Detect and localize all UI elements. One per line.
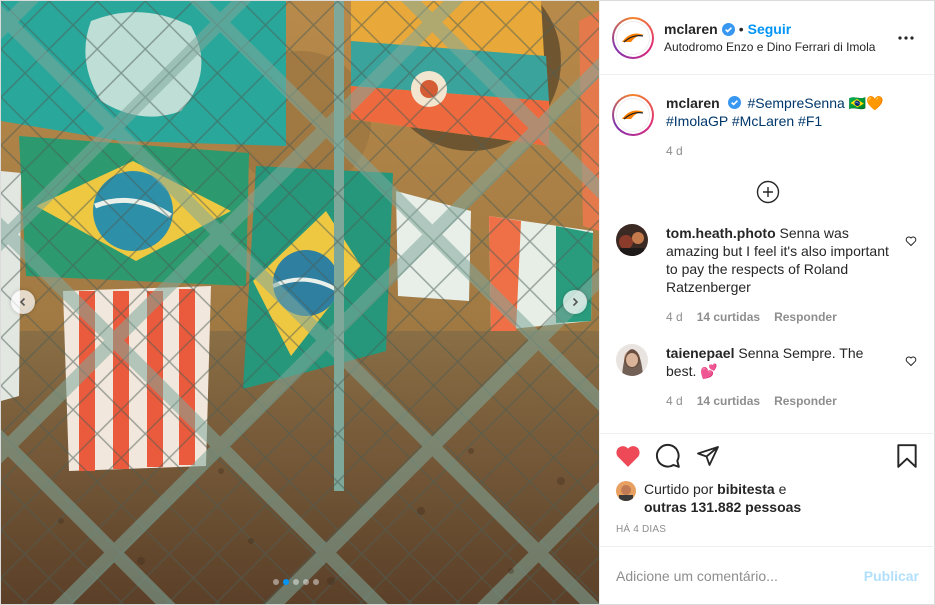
caption: mclaren #SempreSenna 🇧🇷🧡 #ImolaGP #McLar…: [600, 76, 935, 160]
carousel-dot: [273, 579, 279, 585]
comment-meta: 4 d 14 curtidas Responder: [666, 308, 896, 326]
comment-button[interactable]: [654, 442, 682, 470]
hashtag-link[interactable]: #SempreSenna: [747, 95, 844, 111]
post-timestamp[interactable]: HÁ 4 DIAS: [616, 524, 666, 535]
mclaren-logo-icon: [622, 33, 644, 42]
comment-body: tom.heath.photo Senna was amazing but I …: [666, 224, 896, 326]
chevron-left-icon: [19, 297, 26, 307]
likes-prefix: Curtido por: [644, 481, 714, 497]
like-comment-button[interactable]: [905, 354, 917, 370]
comment-likes[interactable]: 14 curtidas: [697, 392, 760, 410]
comment-username[interactable]: taienepael: [666, 345, 734, 361]
reply-button[interactable]: Responder: [774, 308, 837, 326]
flags-behind-fence-photo: [1, 1, 599, 604]
reply-button[interactable]: Responder: [774, 392, 837, 410]
more-options-button[interactable]: [894, 35, 918, 40]
hashtag-link[interactable]: #ImolaGP: [666, 113, 728, 129]
carousel-dot: [313, 579, 319, 585]
chevron-right-icon: [572, 297, 579, 307]
comment-item: tom.heath.photo Senna was amazing but I …: [600, 224, 935, 326]
caption-emoji: 🇧🇷🧡: [848, 95, 884, 111]
post-sidebar: mclaren • Seguir Autodromo Enzo e Dino F…: [599, 1, 935, 604]
share-icon: [697, 446, 719, 466]
caption-avatar[interactable]: [612, 94, 654, 136]
carousel-indicator: [273, 579, 319, 585]
like-button[interactable]: [614, 442, 642, 470]
carousel-dot: [293, 579, 299, 585]
separator-dot: •: [738, 21, 744, 37]
comment-body: taienepael Senna Sempre. The best. 💕 4 d…: [666, 344, 896, 410]
instagram-post: mclaren • Seguir Autodromo Enzo e Dino F…: [0, 0, 935, 605]
likes-summary: Curtido por bibitesta e outras 131.882 p…: [616, 480, 801, 516]
header-text: mclaren • Seguir Autodromo Enzo e Dino F…: [664, 21, 894, 54]
next-slide-button[interactable]: [563, 290, 587, 314]
follow-button[interactable]: Seguir: [748, 21, 792, 37]
heart-filled-icon: [616, 446, 640, 467]
publish-button[interactable]: Publicar: [864, 568, 919, 584]
comment-avatar[interactable]: [616, 344, 648, 376]
comment-username[interactable]: tom.heath.photo: [666, 225, 776, 241]
hashtag-link[interactable]: #F1: [798, 113, 822, 129]
post-header: mclaren • Seguir Autodromo Enzo e Dino F…: [600, 1, 934, 75]
verified-badge-icon: [721, 22, 735, 36]
likes-and: e: [778, 481, 787, 497]
comment-item: taienepael Senna Sempre. The best. 💕 4 d…: [600, 344, 935, 410]
heart-outline-icon: [905, 236, 917, 247]
share-button[interactable]: [694, 442, 722, 470]
comment-meta: 4 d 14 curtidas Responder: [666, 392, 896, 410]
caption-username[interactable]: mclaren: [666, 95, 720, 111]
comment-input[interactable]: [616, 567, 864, 584]
liker-username[interactable]: bibitesta: [717, 481, 775, 497]
hashtag-link[interactable]: #McLaren: [732, 113, 794, 129]
location-link[interactable]: Autodromo Enzo e Dino Ferrari di Imola: [664, 40, 894, 54]
liker-avatar[interactable]: [616, 481, 636, 501]
comment-icon: [656, 443, 680, 468]
plus-circle-icon: [756, 180, 779, 204]
caption-body: mclaren #SempreSenna 🇧🇷🧡 #ImolaGP #McLar…: [666, 94, 884, 160]
comment-avatar[interactable]: [616, 224, 648, 256]
comment-age[interactable]: 4 d: [666, 308, 683, 326]
load-more-comments[interactable]: [600, 180, 935, 206]
like-comment-button[interactable]: [905, 234, 917, 250]
save-button[interactable]: [893, 442, 921, 470]
mclaren-logo-icon: [622, 110, 644, 120]
post-username[interactable]: mclaren: [664, 21, 718, 37]
bookmark-icon: [897, 444, 917, 468]
post-photo[interactable]: [1, 1, 599, 604]
verified-badge-icon: [727, 96, 741, 109]
comment-age[interactable]: 4 d: [666, 392, 683, 410]
post-actions: [614, 442, 921, 470]
comments-list[interactable]: mclaren #SempreSenna 🇧🇷🧡 #ImolaGP #McLar…: [600, 76, 935, 434]
carousel-dot-active: [283, 579, 289, 585]
comment-likes[interactable]: 14 curtidas: [697, 308, 760, 326]
previous-slide-button[interactable]: [11, 290, 35, 314]
add-comment-bar: Publicar: [600, 546, 935, 604]
more-options-icon: [898, 35, 914, 40]
heart-outline-icon: [905, 356, 917, 367]
likes-others[interactable]: outras 131.882 pessoas: [644, 498, 801, 516]
carousel-dot: [303, 579, 309, 585]
avatar[interactable]: [612, 16, 654, 59]
caption-age[interactable]: 4 d: [666, 142, 884, 160]
